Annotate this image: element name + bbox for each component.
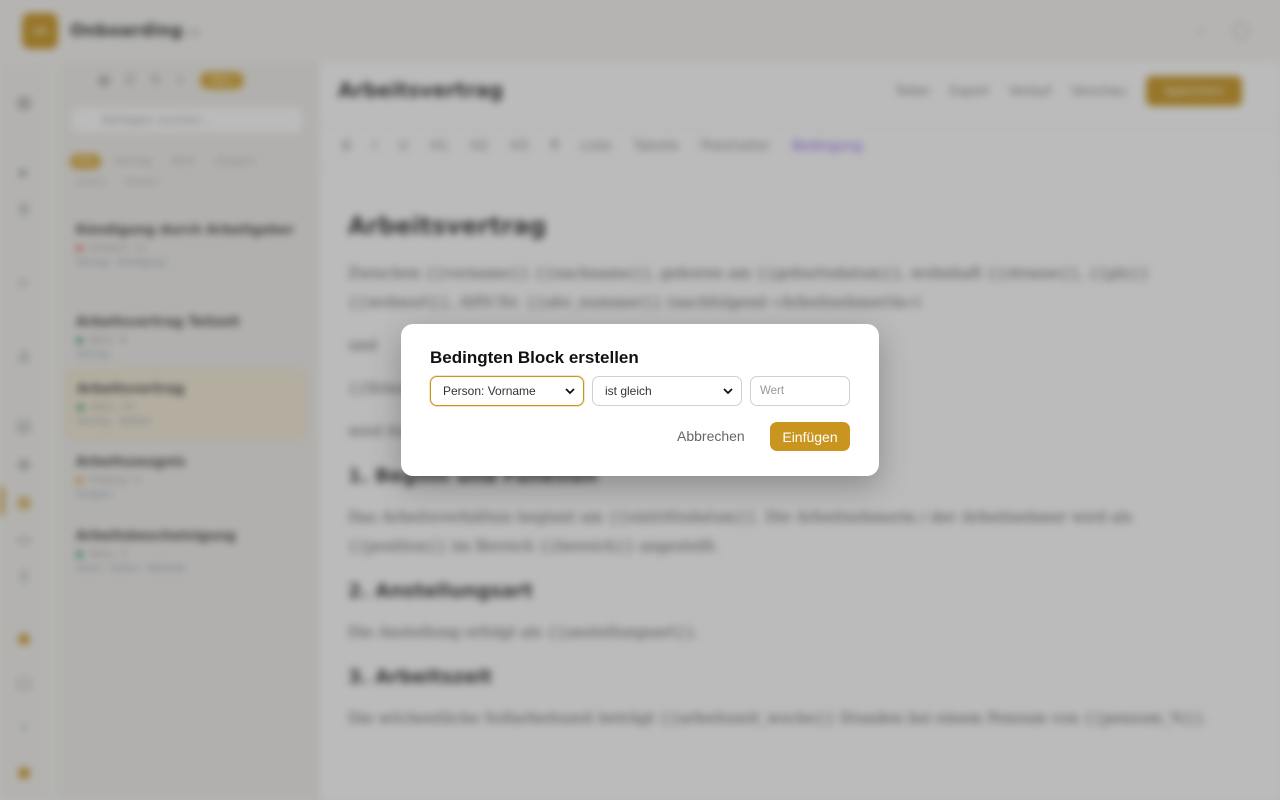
- conditional-block-dialog: Bedingten Block erstellen Person: Vornam…: [401, 324, 879, 476]
- value-input-placeholder: Wert: [760, 385, 785, 397]
- value-input[interactable]: Wert: [750, 376, 850, 406]
- insert-button[interactable]: Einfügen: [770, 422, 850, 451]
- cancel-button[interactable]: Abbrechen: [671, 422, 751, 450]
- field-select-value: Person: Vorname: [443, 384, 536, 398]
- dialog-title: Bedingten Block erstellen: [430, 348, 639, 367]
- chevron-down-icon: [723, 388, 733, 395]
- operator-select-value: ist gleich: [605, 384, 652, 398]
- field-select[interactable]: Person: Vorname: [430, 376, 584, 406]
- chevron-down-icon: [565, 388, 575, 395]
- operator-select[interactable]: ist gleich: [592, 376, 742, 406]
